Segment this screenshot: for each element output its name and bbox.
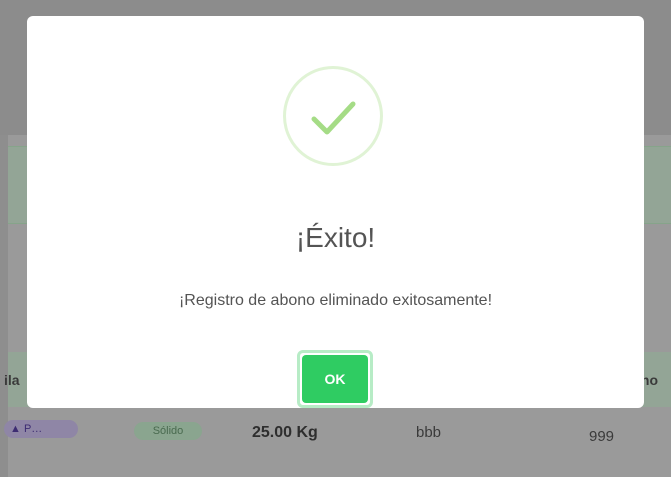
success-check-icon [283, 66, 383, 166]
table-cell-text: bbb [416, 424, 442, 441]
dialog-title: ¡Éxito! [295, 222, 376, 253]
dialog-message: ¡Registro de abono eliminado exitosament… [178, 292, 493, 309]
status-badge: ▲ P… [4, 420, 78, 438]
ok-button-label[interactable]: OK [302, 355, 368, 403]
table-header-left: ila [4, 372, 20, 388]
table-cell-weight: 25.00 Kg [252, 424, 318, 441]
check-icon [311, 101, 356, 135]
table-cell-number: 999 [589, 428, 615, 445]
type-badge: Sólido [134, 422, 202, 440]
success-dialog: ¡Éxito! ¡Registro de abono eliminado exi… [27, 16, 644, 408]
table-row [8, 408, 671, 448]
ok-button[interactable]: OK [297, 350, 373, 408]
